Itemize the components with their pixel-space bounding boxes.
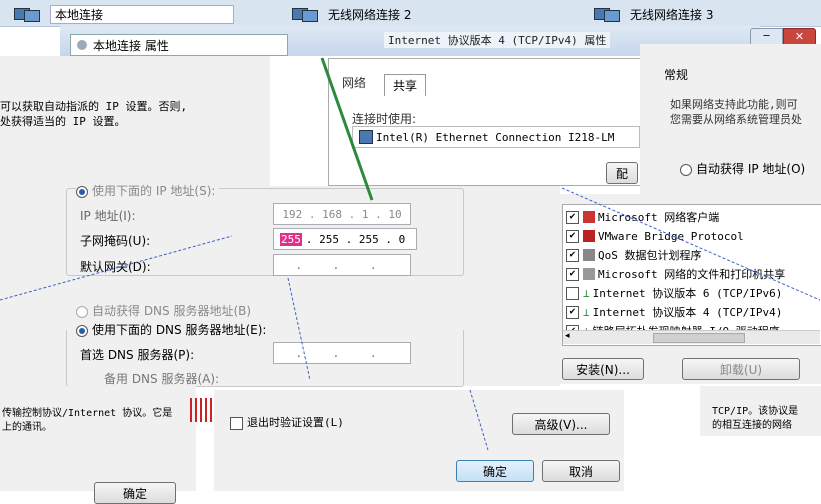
green-annotation-line xyxy=(320,57,374,201)
arrow-annotation-line xyxy=(469,389,489,451)
arrow-annotation-line xyxy=(287,277,311,381)
arrow-annotation-line xyxy=(561,187,821,301)
arrow-annotation-line xyxy=(0,235,233,301)
annotation-overlay xyxy=(0,57,821,451)
